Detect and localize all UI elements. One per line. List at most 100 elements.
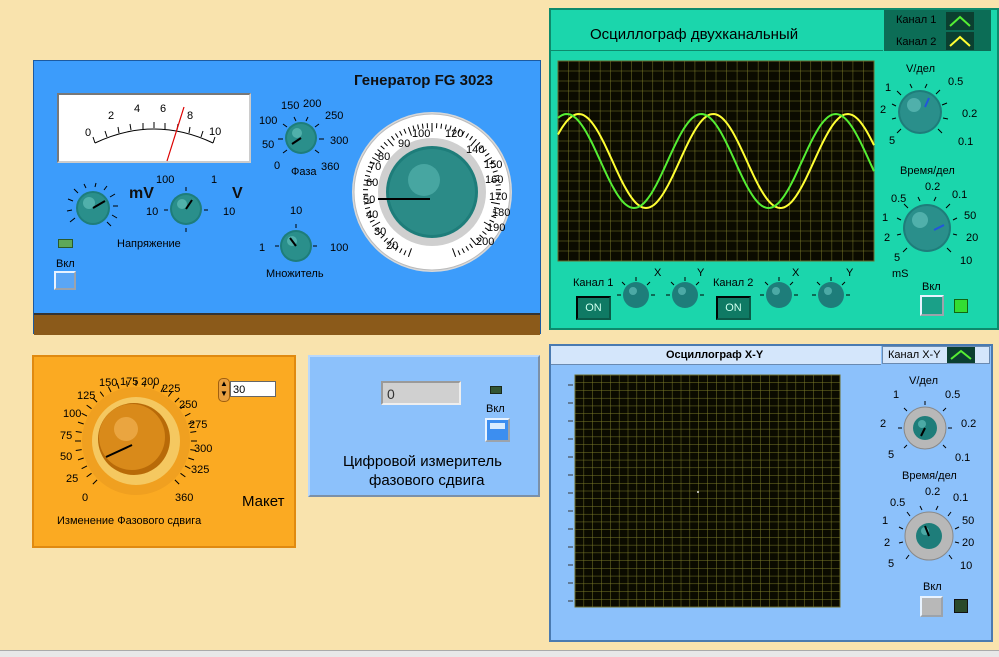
phase-shift-tick-300: 300 (194, 443, 212, 455)
ch1-controls-label: Канал 1 (573, 277, 613, 289)
phase-shift-tick-175: 175 (120, 376, 138, 388)
freq-tick-30: 30 (374, 226, 386, 238)
freq-tick-180: 180 (492, 207, 510, 219)
multiplier-label: Множитель (266, 268, 324, 280)
osc2-vdiv-tick-2: 2 (880, 104, 886, 116)
xy-vdiv-knob[interactable] (900, 403, 950, 453)
osc2-tdiv-tick-50: 50 (964, 210, 976, 222)
osc2-tdiv-label: Время/дел (900, 165, 955, 177)
freq-tick-60: 60 (366, 177, 378, 189)
phase-meter-led (490, 386, 502, 394)
xy-tdiv-tick-0.2: 0.2 (925, 486, 940, 498)
xy-tdiv-tick-10: 10 (960, 560, 972, 572)
freq-tick-40: 40 (366, 209, 378, 221)
freq-tick-140: 140 (466, 144, 484, 156)
range-tick-top: 100 (156, 174, 174, 186)
xy-vdiv-tick-2: 2 (880, 418, 886, 430)
osc2-tdiv-tick-10: 10 (960, 255, 972, 267)
phase-shift-tick-325: 325 (191, 464, 209, 476)
mv-label: mV (129, 185, 154, 203)
dial-tick (78, 458, 84, 460)
osc2-on-button[interactable] (920, 295, 944, 316)
osc2-vdiv-tick-1: 1 (885, 82, 891, 94)
dial-tick (185, 413, 190, 416)
xy-oscilloscope-screen (575, 375, 840, 607)
legend-ch2-icon (946, 32, 974, 50)
freq-tick-150: 150 (484, 159, 502, 171)
range-tick-bottom: 10 (223, 206, 235, 218)
xy-tdiv-knob[interactable] (901, 508, 957, 564)
phase-shift-tick-75: 75 (60, 430, 72, 442)
phase-meter-on-label: Вкл (486, 403, 505, 415)
dial-tick (82, 466, 87, 469)
multiplier-tick-1: 1 (259, 242, 265, 254)
osc2-vdiv-tick-0.5: 0.5 (948, 76, 963, 88)
osc2-vdiv-tick-0.1: 0.1 (958, 136, 973, 148)
dial-tick (190, 431, 196, 432)
range-tick-right: 1 (211, 174, 217, 186)
xy-on-button[interactable] (920, 596, 943, 617)
generator-on-button[interactable] (54, 271, 76, 290)
xy-led (954, 599, 968, 613)
phase-shift-tick-0: 0 (82, 492, 88, 504)
ch1-on-button[interactable]: ON (576, 296, 611, 320)
meter-tick-0: 0 (85, 127, 91, 139)
dial-tick (180, 473, 185, 477)
xy-tdiv-label: Время/дел (902, 470, 957, 482)
xy-channel-icon (947, 347, 975, 363)
osc2-tdiv-knob[interactable] (898, 198, 956, 258)
phase-tick-300: 300 (330, 135, 348, 147)
xy-vdiv-label: V/дел (909, 375, 938, 387)
phase-tick-200: 200 (303, 98, 321, 110)
xy-tdiv-tick-2: 2 (884, 537, 890, 549)
phase-label: Фаза (291, 166, 317, 178)
phase-shift-tick-125: 125 (77, 390, 95, 402)
ch1-x-knob[interactable] (619, 279, 653, 311)
ch2-controls-label: Канал 2 (713, 277, 753, 289)
phase-meter-on-button[interactable] (485, 418, 510, 442)
xy-tdiv-tick-20: 20 (962, 537, 974, 549)
freq-tick-20: 20 (386, 240, 398, 252)
osc2-units: mS (892, 268, 909, 280)
multiplier-knob[interactable] (276, 225, 316, 267)
voltage-range-knob[interactable] (164, 188, 208, 230)
ch2-y-label: Y (846, 267, 853, 279)
multiplier-tick-10: 10 (290, 205, 302, 217)
phase-shift-tick-225: 225 (162, 383, 180, 395)
ch2-on-button[interactable]: ON (716, 296, 751, 320)
meter-tick-4: 4 (134, 103, 140, 115)
phase-tick-360: 360 (321, 161, 339, 173)
ch2-x-knob[interactable] (762, 279, 796, 311)
phase-shift-input[interactable]: 30 (230, 381, 276, 397)
dial-tick (441, 124, 442, 129)
ch1-y-label: Y (697, 267, 704, 279)
phase-shift-spinner[interactable]: ▲▼ (218, 378, 230, 402)
legend-ch2-label: Канал 2 (896, 36, 936, 48)
oscilloscope-screen (558, 61, 874, 261)
osc2-on-label: Вкл (922, 281, 941, 293)
dial-tick (185, 466, 190, 469)
phase-knob[interactable] (278, 117, 324, 161)
phase-tick-100: 100 (259, 115, 277, 127)
freq-tick-170: 170 (489, 191, 507, 203)
voltage-fine-knob[interactable] (65, 183, 121, 233)
freq-tick-160: 160 (485, 174, 503, 186)
freq-tick-190: 190 (487, 222, 505, 234)
phase-meter-title-line2: фазового сдвига (369, 472, 484, 489)
ch1-x-label: X (654, 267, 661, 279)
meter-tick-2: 2 (108, 110, 114, 122)
osc2-vdiv-label: V/дел (906, 63, 935, 75)
osc2-vdiv-knob[interactable] (892, 85, 948, 139)
freq-tick-100: 100 (412, 128, 430, 140)
ch1-y-knob[interactable] (668, 279, 702, 311)
meter-tick-10: 10 (209, 126, 221, 138)
dial-tick (76, 431, 82, 432)
generator-led (58, 239, 73, 248)
xy-channel-label: Канал X-Y (888, 349, 941, 361)
phase-meter-display: 0 (381, 381, 461, 405)
phase-shift-tick-25: 25 (66, 473, 78, 485)
legend-ch1-icon (946, 12, 974, 30)
phase-shift-knob[interactable] (70, 385, 196, 505)
ch2-y-knob[interactable] (814, 279, 848, 311)
dial-tick (78, 422, 84, 424)
